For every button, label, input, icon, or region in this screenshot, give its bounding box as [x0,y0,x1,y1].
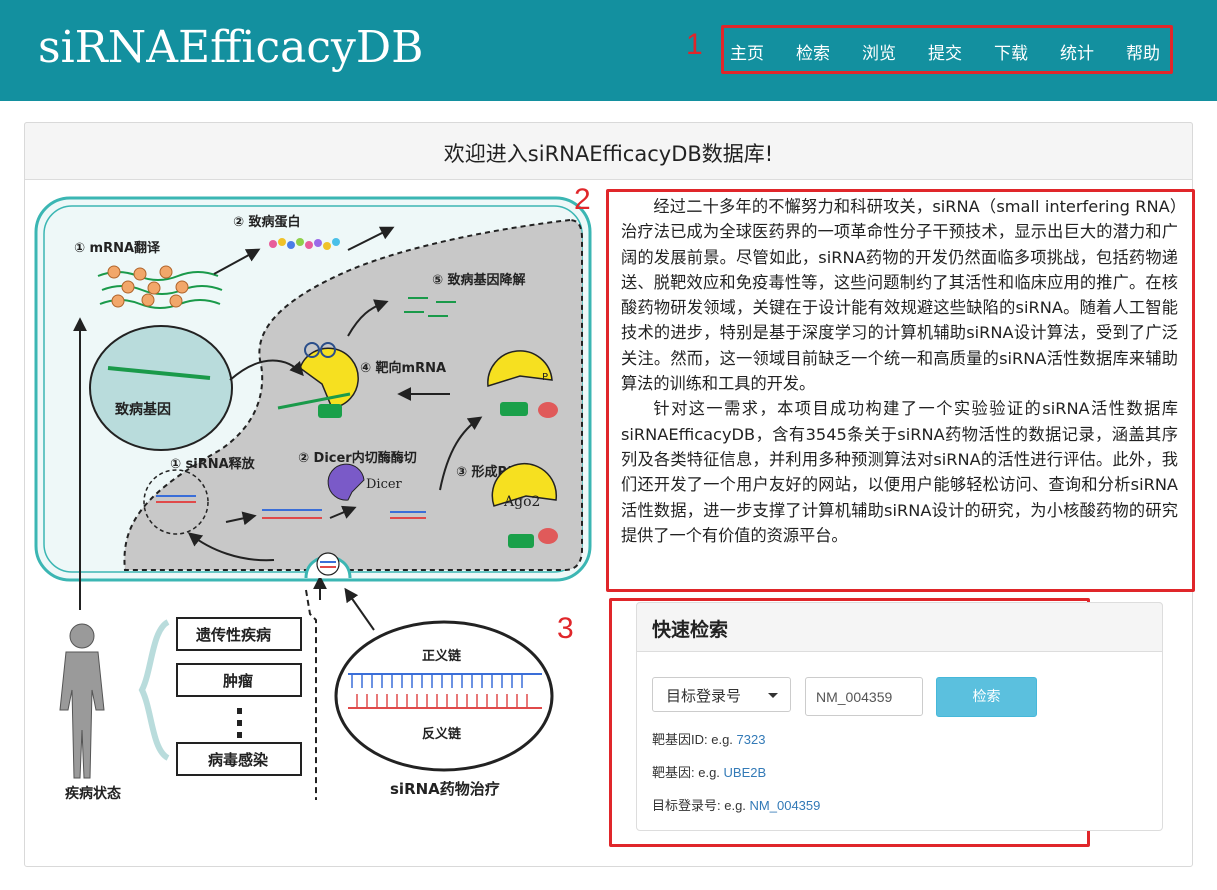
main-nav: 主页 检索 浏览 提交 下载 统计 帮助 [730,39,1192,64]
label-therapy: siRNA药物治疗 [390,780,500,798]
label-antisense: 反义链 [422,726,462,742]
label-degrade: ⑤ 致病基因降解 [432,272,526,288]
example-gene-symbol-label: 靶基因: e.g. [652,765,724,780]
label-disease1: 遗传性疾病 [195,626,271,644]
nav-search[interactable]: 检索 [796,39,862,64]
quick-search-title: 快速检索 [652,619,729,641]
nav-home[interactable]: 主页 [730,39,796,64]
nav-statistics[interactable]: 统计 [1060,39,1126,64]
search-button[interactable]: 检索 [936,677,1037,717]
example-accession: 目标登录号: e.g. NM_004359 [652,795,820,814]
nav-help[interactable]: 帮助 [1126,39,1192,64]
label-disease2: 肿瘤 [223,672,253,690]
label-translate: ① mRNA翻译 [74,240,161,256]
example-gene-id: 靶基因ID: e.g. 7323 [652,729,765,748]
intro-paragraph-2: 针对这一需求，本项目成功构建了一个实验验证的siRNA活性数据库siRNAEff… [621,399,1178,545]
search-input[interactable] [805,677,923,716]
label-dicer: Dicer [366,477,403,492]
example-gene-id-link[interactable]: 7323 [737,732,766,747]
intro-text: 经过二十多年的不懈努力和科研攻关，siRNA（small interfering… [621,194,1178,548]
label-state: 疾病状态 [65,785,121,802]
example-accession-label: 目标登录号: e.g. [652,798,750,813]
example-gene-id-label: 靶基因ID: e.g. [652,732,737,747]
caret-down-icon [768,693,778,698]
callout-2: 2 [574,183,591,216]
callout-1: 1 [686,28,703,61]
label-gene: 致病基因 [115,401,171,418]
label-ago2: Ago2 [503,494,540,510]
welcome-title: 欢迎进入siRNAEfficacyDB数据库! [443,142,774,166]
sirna-mechanism-figure: 致病基因 ① mRNA翻译 ② 致病蛋白 ⑤ 致病基因降解 ④ 靶向mRNA P… [34,196,592,802]
example-gene-symbol: 靶基因: e.g. UBE2B [652,762,766,781]
nav-download[interactable]: 下载 [994,39,1060,64]
site-brand[interactable]: siRNAEfficacyDB [38,22,424,73]
search-field-select[interactable]: 目标登录号 [652,677,791,712]
label-p-top: P [542,372,548,383]
label-target: ④ 靶向mRNA [360,360,446,376]
callout-3: 3 [557,612,574,645]
label-disease3: 病毒感染 [208,751,269,769]
label-sense: 正义链 [422,648,462,664]
label-release: ① siRNA释放 [170,456,256,472]
label-dicer-cut: ② Dicer内切酶酶切 [298,450,417,466]
example-accession-link[interactable]: NM_004359 [750,798,821,813]
nav-browse[interactable]: 浏览 [862,39,928,64]
example-gene-symbol-link[interactable]: UBE2B [724,765,767,780]
nav-submit[interactable]: 提交 [928,39,994,64]
intro-paragraph-1: 经过二十多年的不懈努力和科研攻关，siRNA（small interfering… [621,197,1178,394]
search-field-select-value: 目标登录号 [666,687,742,705]
label-protein: ② 致病蛋白 [233,214,301,230]
